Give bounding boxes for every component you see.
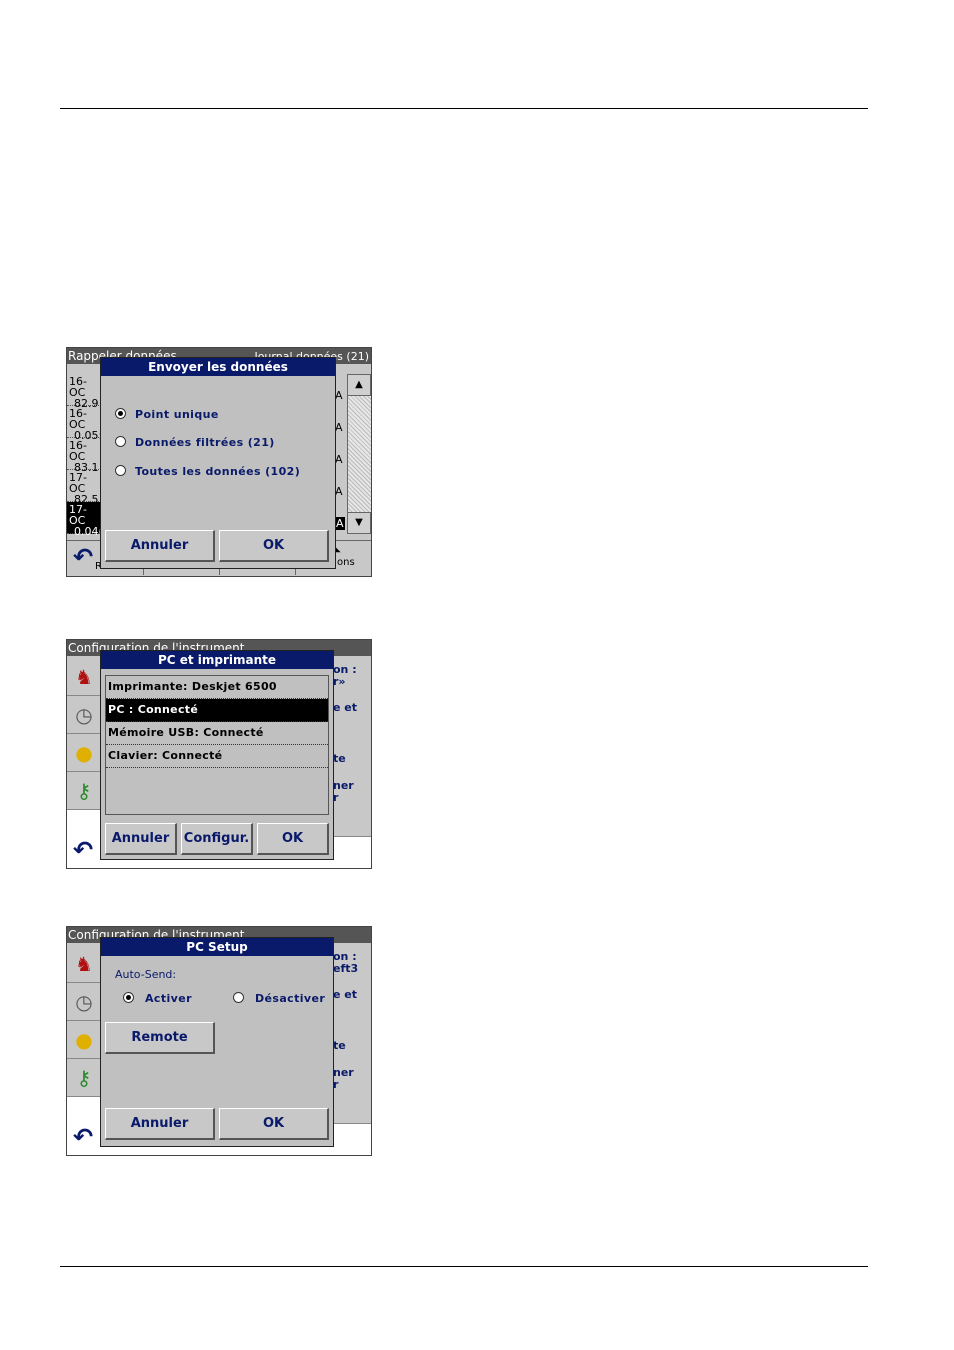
auto-send-label: Auto-Send: <box>115 968 177 981</box>
row-unit: A <box>335 453 343 466</box>
sound-bell-icon[interactable]: ● <box>67 1023 101 1059</box>
dialog-title: PC Setup <box>101 938 333 956</box>
radio-all-data[interactable] <box>115 465 126 476</box>
screenshot-pc-printer: Configuration de l'instrument ♞ ◷ ● ⚷ ↶ … <box>66 639 372 869</box>
pc-setup-dialog: PC Setup Auto-Send: Activer Désactiver R… <box>100 937 334 1147</box>
dialog-title: Envoyer les données <box>101 358 335 376</box>
back-arrow-icon[interactable]: ↶ <box>69 543 97 571</box>
list-item-pc[interactable]: PC : Connecté <box>106 699 328 722</box>
row-unit: A <box>335 517 345 530</box>
scroll-up-icon[interactable]: ▲ <box>347 374 371 396</box>
side-label: e et <box>333 988 358 1001</box>
option-label: Activer <box>145 992 192 1005</box>
scrollbar-track[interactable] <box>347 374 371 534</box>
list-item-printer[interactable]: Imprimante: Deskjet 6500 <box>106 676 328 699</box>
data-row-selected[interactable]: 17-OC 0.04( <box>67 502 103 538</box>
key-icon[interactable]: ⚷ <box>67 1061 101 1097</box>
side-label: e et <box>333 701 358 714</box>
row-unit: A <box>335 485 343 498</box>
side-label: te <box>333 1039 346 1052</box>
dialog-title: PC et imprimante <box>101 651 333 669</box>
row-date: 16-OC <box>69 407 87 431</box>
row-value: 0.04( <box>74 525 103 538</box>
row-unit: A <box>335 389 343 402</box>
row-date: 16-OC <box>69 439 87 463</box>
option-label: Toutes les données (102) <box>135 465 301 478</box>
header-rule <box>60 108 868 109</box>
ok-button[interactable]: OK <box>219 530 329 562</box>
scroll-down-icon[interactable]: ▼ <box>347 512 371 534</box>
radio-deactivate[interactable] <box>233 992 244 1003</box>
side-label: on : eft3 <box>333 950 359 975</box>
ok-button[interactable]: OK <box>257 823 329 855</box>
option-label: Désactiver <box>255 992 326 1005</box>
data-row[interactable]: 17-OC 82.5 <box>67 470 103 505</box>
side-label: ner r <box>333 1066 354 1091</box>
side-label: ner r <box>333 779 354 804</box>
cancel-button[interactable]: Annuler <box>105 823 177 855</box>
radio-activate[interactable] <box>123 992 134 1003</box>
back-arrow-icon[interactable]: ↶ <box>69 1123 97 1151</box>
screenshot-send-data: Rappeler données Journal données (21) 16… <box>66 347 372 577</box>
side-label: te <box>333 752 346 765</box>
cancel-button[interactable]: Annuler <box>105 530 215 562</box>
pc-printer-dialog: PC et imprimante Imprimante: Deskjet 650… <box>100 650 334 860</box>
send-data-dialog: Envoyer les données Point unique Données… <box>100 357 336 569</box>
sound-bell-icon[interactable]: ● <box>67 736 101 772</box>
configure-button[interactable]: Configur. <box>181 823 253 855</box>
option-label: Données filtrées (21) <box>135 436 275 449</box>
operator-icon[interactable]: ♞ <box>67 660 101 696</box>
operator-icon[interactable]: ♞ <box>67 947 101 983</box>
list-item-keyboard[interactable]: Clavier: Connecté <box>106 745 328 768</box>
toolbar-label: ons <box>337 557 355 568</box>
row-date: 16-OC <box>69 375 87 399</box>
screenshot-pc-setup: Configuration de l'instrument ♞ ◷ ● ⚷ ↶ … <box>66 926 372 1156</box>
key-icon[interactable]: ⚷ <box>67 774 101 810</box>
footer-rule <box>60 1266 868 1267</box>
radio-single-point[interactable] <box>115 408 126 419</box>
device-list: Imprimante: Deskjet 6500 PC : Connecté M… <box>105 675 329 815</box>
row-date: 17-OC <box>69 471 87 495</box>
option-label: Point unique <box>135 408 219 421</box>
row-unit: A <box>335 421 343 434</box>
ok-button[interactable]: OK <box>219 1108 329 1140</box>
cancel-button[interactable]: Annuler <box>105 1108 215 1140</box>
data-row[interactable]: 16-OC 0.05: <box>67 406 103 441</box>
clock-calendar-icon[interactable]: ◷ <box>67 698 101 734</box>
list-item-usb-memory[interactable]: Mémoire USB: Connecté <box>106 722 328 745</box>
side-label: on : r» <box>333 663 357 688</box>
data-row[interactable]: 16-OC 82.9 <box>67 374 103 409</box>
data-row[interactable]: 16-OC 83.1 <box>67 438 103 473</box>
radio-filtered-data[interactable] <box>115 436 126 447</box>
back-arrow-icon[interactable]: ↶ <box>69 836 97 864</box>
remote-button[interactable]: Remote <box>105 1022 215 1054</box>
clock-calendar-icon[interactable]: ◷ <box>67 985 101 1021</box>
row-date: 17-OC <box>69 503 87 527</box>
